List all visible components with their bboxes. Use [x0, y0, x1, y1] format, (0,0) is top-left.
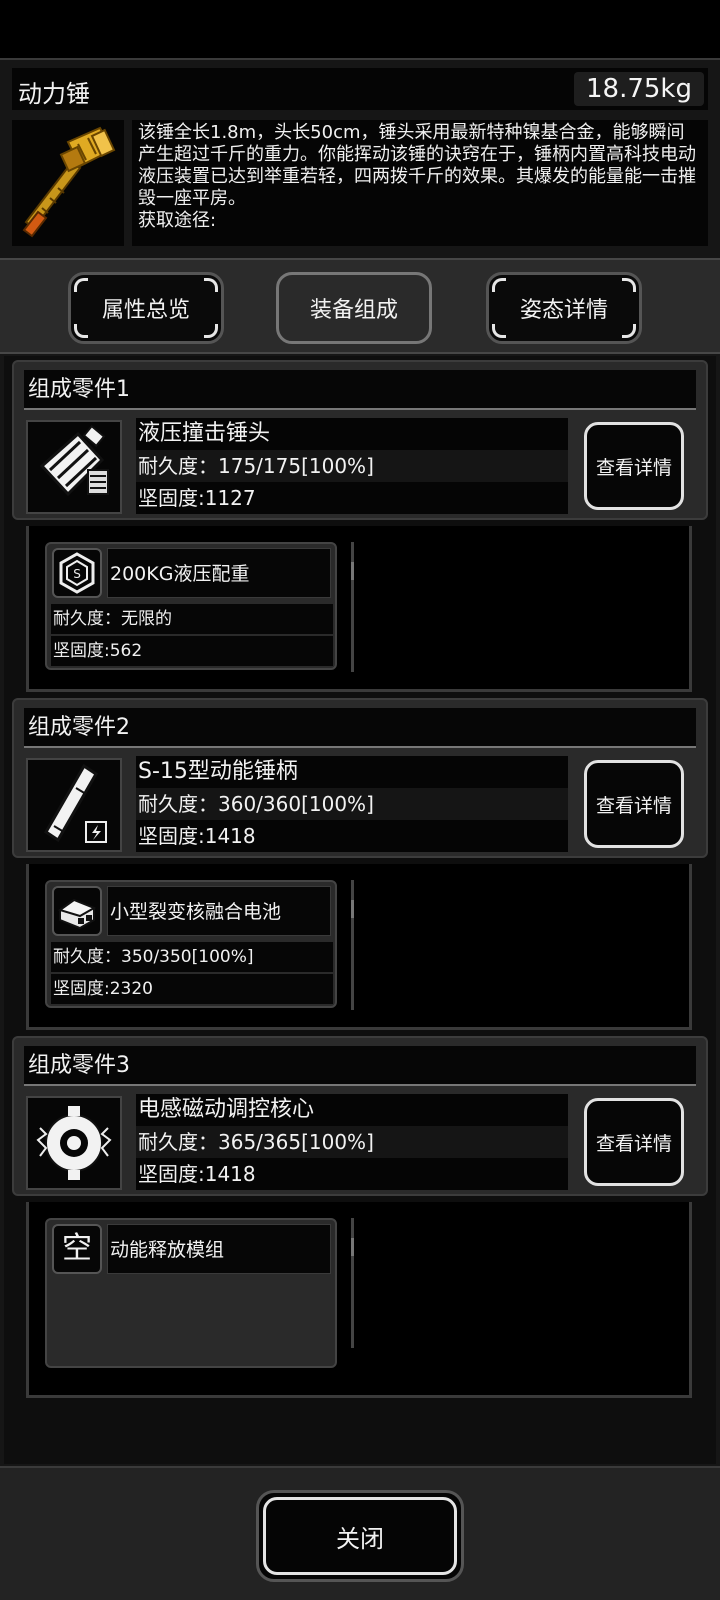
footer-bar: 关闭 [0, 1466, 720, 1600]
part-durability: 耐久度：360/360[100%] [136, 788, 568, 820]
close-button[interactable]: 关闭 [256, 1490, 464, 1582]
part-card-2: 组成零件2 S-15型动能锤柄 耐久度：360/360[100%] 坚固度:14… [12, 698, 708, 858]
button-inner-border [263, 1497, 457, 1575]
corner-decoration [492, 324, 506, 338]
part-name: 液压撞击锤头 [136, 418, 568, 450]
part-card-3: 组成零件3 电感磁动调控核心 耐久度：365/365[100%] 坚固度:141… [12, 1036, 708, 1196]
part-header: 组成零件3 [24, 1046, 696, 1086]
part-durability: 耐久度：365/365[100%] [136, 1126, 568, 1158]
tab-label: 姿态详情 [519, 298, 608, 323]
part-durability: 耐久度：175/175[100%] [136, 450, 568, 482]
sub-component-name: 小型裂变核融合电池 [107, 886, 331, 936]
view-details-button[interactable]: 查看详情 [584, 422, 684, 510]
part-header: 组成零件1 [24, 370, 696, 410]
item-description: 该锤全长1.8m，头长50cm，锤头采用最新特种镍基合金，能够瞬间产生超过千斤的… [132, 120, 708, 246]
corner-decoration [492, 278, 506, 292]
empty-slot-icon: 空 [52, 1224, 102, 1274]
core-icon [36, 1106, 112, 1180]
sub-icon-frame: S [52, 548, 102, 598]
divider-nub [351, 1238, 357, 1256]
tab-attribute-overview[interactable]: 属性总览 [68, 272, 224, 344]
handle-icon [43, 763, 107, 843]
tab-bar: 属性总览 装备组成 姿态详情 [0, 258, 720, 354]
part-stats: 电感磁动调控核心 耐久度：365/365[100%] 坚固度:1418 [136, 1094, 568, 1190]
description-text: 该锤全长1.8m，头长50cm，锤头采用最新特种镍基合金，能够瞬间产生超过千斤的… [138, 122, 696, 209]
sub-component-name: 200KG液压配重 [107, 548, 331, 598]
source-label: 获取途径: [138, 210, 217, 231]
divider [351, 880, 354, 1010]
tab-label: 装备组成 [309, 298, 398, 323]
sub-component-card[interactable]: S 200KG液压配重 耐久度：无限的 坚固度:562 [45, 542, 337, 670]
power-hammer-icon [22, 126, 116, 238]
svg-text:S: S [73, 567, 81, 581]
corner-decoration [204, 324, 218, 338]
corner-decoration [74, 278, 88, 292]
hammer-head-icon [39, 424, 109, 497]
sub-component-area-1: S 200KG液压配重 耐久度：无限的 坚固度:562 [26, 526, 692, 692]
sub-component-area-2: 小型裂变核融合电池 耐久度：350/350[100%] 坚固度:2320 [26, 864, 692, 1030]
sub-component-card[interactable]: 小型裂变核融合电池 耐久度：350/350[100%] 坚固度:2320 [45, 880, 337, 1008]
tab-label: 属性总览 [101, 298, 190, 323]
view-details-button[interactable]: 查看详情 [584, 760, 684, 848]
title-row: 动力锤 18.75kg [12, 68, 708, 110]
corner-decoration [622, 278, 636, 292]
corner-decoration [74, 324, 88, 338]
sub-icon-frame [52, 886, 102, 936]
part-stats: 液压撞击锤头 耐久度：175/175[100%] 坚固度:1127 [136, 418, 568, 514]
sub-component-durability: 耐久度：无限的 [51, 604, 333, 634]
item-image [12, 120, 124, 246]
tab-stance-details[interactable]: 姿态详情 [486, 272, 642, 344]
part-name: 电感磁动调控核心 [136, 1094, 568, 1126]
corner-decoration [204, 278, 218, 292]
divider-nub [351, 562, 357, 580]
part-hardness: 坚固度:1418 [136, 820, 568, 852]
sub-component-hardness: 坚固度:2320 [51, 974, 333, 1004]
sub-component-card-empty[interactable]: 空 动能释放模组 [45, 1218, 337, 1368]
view-details-button[interactable]: 查看详情 [584, 1098, 684, 1186]
sub-component-hardness: 坚固度:562 [51, 636, 333, 666]
part-icon-frame [26, 758, 122, 852]
battery-icon [57, 898, 97, 930]
divider [351, 542, 354, 672]
part-hardness: 坚固度:1127 [136, 482, 568, 514]
sub-component-durability: 耐久度：350/350[100%] [51, 942, 333, 972]
part-icon-frame [26, 420, 122, 514]
part-icon-frame [26, 1096, 122, 1190]
part-stats: S-15型动能锤柄 耐久度：360/360[100%] 坚固度:1418 [136, 756, 568, 852]
item-title: 动力锤 [18, 80, 90, 108]
part-hardness: 坚固度:1418 [136, 1158, 568, 1190]
tab-equipment-composition[interactable]: 装备组成 [276, 272, 432, 344]
status-bar [0, 0, 720, 58]
part-name: S-15型动能锤柄 [136, 756, 568, 788]
hex-weight-icon: S [59, 552, 95, 594]
item-weight: 18.75kg [574, 72, 704, 106]
part-header: 组成零件2 [24, 708, 696, 748]
corner-decoration [622, 324, 636, 338]
sub-component-name: 动能释放模组 [107, 1224, 331, 1274]
divider-nub [351, 900, 357, 918]
sub-component-area-3: 空 动能释放模组 [26, 1202, 692, 1398]
divider [351, 1218, 354, 1348]
part-card-1: 组成零件1 液压撞击锤头 耐久度：175/175[100%] 坚固度:1127 … [12, 360, 708, 520]
